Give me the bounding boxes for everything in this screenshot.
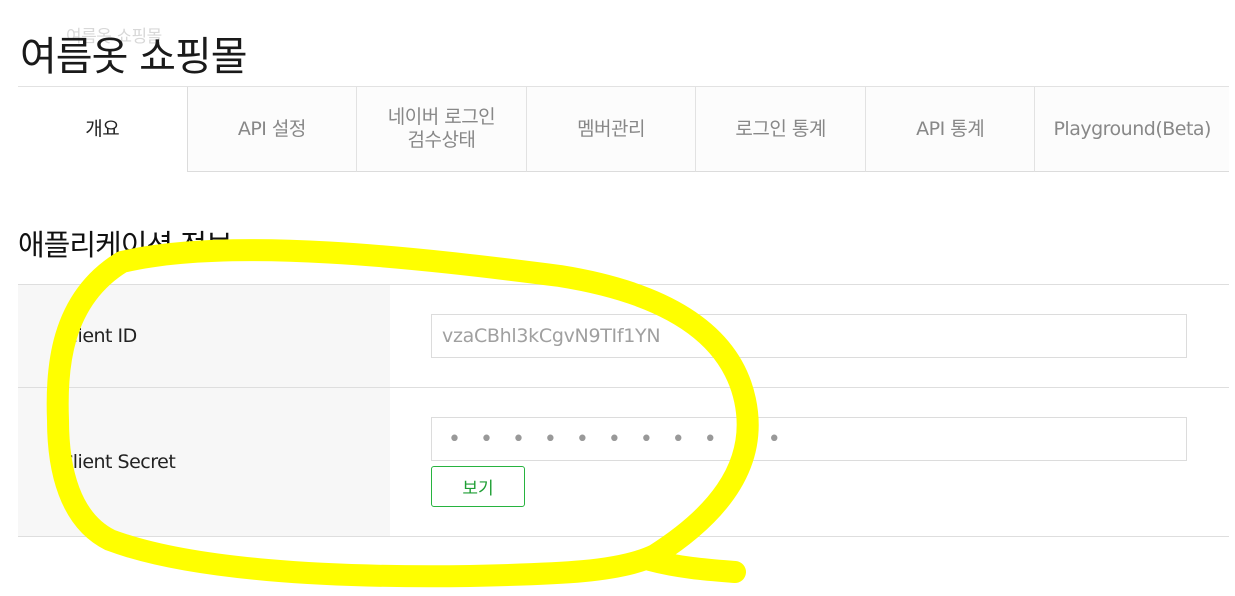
tab-bar: 개요 API 설정 네이버 로그인 검수상태 멤버관리 로그인 통계 API 통… — [18, 87, 1229, 172]
client-id-label: Client ID — [18, 285, 390, 387]
client-id-row: Client ID — [18, 285, 1229, 388]
page-title: 여름옷 쇼핑몰 — [20, 34, 248, 80]
app-info-table: Client ID Client Secret • • • • • • • • … — [18, 284, 1229, 537]
client-id-field[interactable] — [431, 314, 1187, 358]
client-id-cell — [390, 285, 1229, 387]
client-secret-field[interactable]: • • • • • • • • • • • — [431, 417, 1187, 461]
tab-api-settings[interactable]: API 설정 — [186, 87, 357, 172]
tab-api-statistics[interactable]: API 통계 — [864, 87, 1035, 172]
client-secret-row: Client Secret • • • • • • • • • • • 보기 — [18, 388, 1229, 537]
tab-member-management[interactable]: 멤버관리 — [525, 87, 696, 172]
app-overview-page: 여름옷 쇼핑몰 여름옷 쇼핑몰 개요 API 설정 네이버 로그인 검수상태 멤… — [0, 0, 1235, 596]
tab-login-review-status[interactable]: 네이버 로그인 검수상태 — [356, 87, 526, 172]
tab-overview[interactable]: 개요 — [18, 87, 187, 172]
section-title: 애플리케이션 정보 — [18, 228, 233, 262]
view-secret-button[interactable]: 보기 — [431, 466, 525, 507]
client-secret-cell: • • • • • • • • • • • 보기 — [390, 388, 1229, 536]
tab-playground[interactable]: Playground(Beta) — [1034, 87, 1229, 172]
tab-login-statistics[interactable]: 로그인 통계 — [695, 87, 865, 172]
client-secret-label: Client Secret — [18, 388, 390, 536]
tab-login-review-status-label: 네이버 로그인 검수상태 — [387, 106, 496, 151]
